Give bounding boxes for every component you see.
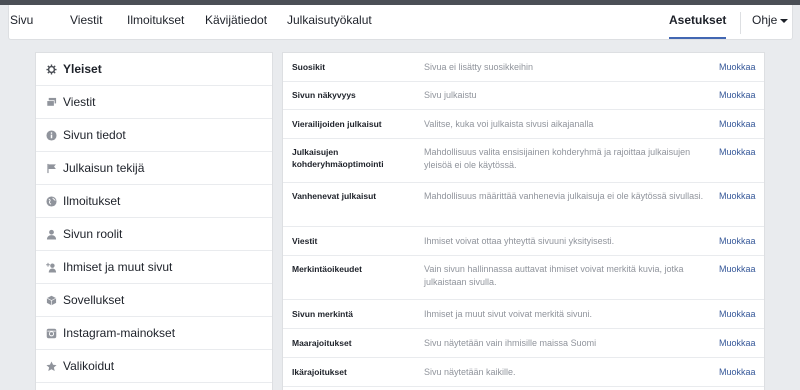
- setting-row-messages: Viestit Ihmiset voivat ottaa yhteyttä si…: [283, 227, 764, 256]
- setting-row-favorites: Suosikit Sivua ei lisätty suosikkeihin M…: [283, 53, 764, 82]
- setting-label: Vanhenevat julkaisut: [292, 191, 377, 201]
- setting-row-country-restrictions: Maarajoitukset Sivu näytetään vain ihmis…: [283, 329, 764, 358]
- setting-value: Mahdollisuus määrittää vanhenevia julkai…: [424, 191, 704, 201]
- edit-link[interactable]: Muokkaa: [719, 146, 756, 159]
- setting-row-visitor-posts: Vierailijoiden julkaisut Valitse, kuka v…: [283, 110, 764, 139]
- sidebar-item-label: Instagram-mainokset: [63, 326, 176, 340]
- nav-tab-page[interactable]: Sivu: [10, 5, 33, 39]
- info-icon: [46, 130, 57, 141]
- edit-link[interactable]: Muokkaa: [719, 308, 756, 321]
- settings-sidebar: Yleiset Viestit Sivun tiedot Julkaisun t…: [35, 52, 273, 390]
- setting-label: Merkintäoikeudet: [292, 264, 362, 274]
- sidebar-item-notifications[interactable]: Ilmoitukset: [36, 185, 272, 218]
- setting-label: Vierailijoiden julkaisut: [292, 119, 382, 129]
- setting-value: Sivu näytetään vain ihmisille maissa Suo…: [424, 338, 597, 348]
- edit-link[interactable]: Muokkaa: [719, 263, 756, 276]
- setting-row-age-restrictions: Ikärajoitukset Sivu näytetään kaikille. …: [283, 358, 764, 387]
- setting-label: Suosikit: [292, 62, 326, 72]
- sidebar-item-people-and-pages[interactable]: Ihmiset ja muut sivut: [36, 251, 272, 284]
- setting-value: Valitse, kuka voi julkaista sivusi aikaj…: [424, 119, 594, 129]
- sidebar-item-label: Valikoidut: [63, 359, 115, 373]
- sidebar-item-label: Yleiset: [63, 62, 102, 76]
- setting-label: Sivun merkintä: [292, 309, 353, 319]
- edit-link[interactable]: Muokkaa: [719, 89, 756, 102]
- setting-value: Mahdollisuus valita ensisijainen kohdery…: [424, 147, 691, 170]
- edit-link[interactable]: Muokkaa: [719, 61, 756, 74]
- cube-icon: [46, 295, 57, 306]
- setting-value: Ihmiset ja muut sivut voivat merkitä siv…: [424, 309, 593, 319]
- sidebar-item-label: Ihmiset ja muut sivut: [63, 260, 173, 274]
- nav-tab-insights[interactable]: Kävijätiedot: [205, 5, 267, 39]
- setting-row-tagging: Sivun merkintä Ihmiset ja muut sivut voi…: [283, 300, 764, 329]
- sidebar-item-attribution[interactable]: Julkaisun tekijä: [36, 152, 272, 185]
- edit-link[interactable]: Muokkaa: [719, 337, 756, 350]
- star-icon: [46, 361, 57, 371]
- person-add-icon: [46, 262, 57, 273]
- sidebar-item-messages[interactable]: Viestit: [36, 86, 272, 119]
- setting-label: Sivun näkyvyys: [292, 90, 356, 100]
- page-nav-bar: Sivu Viestit Ilmoitukset Kävijätiedot Ju…: [8, 5, 793, 40]
- setting-row-page-visibility: Sivun näkyvyys Sivu julkaistu Muokkaa: [283, 82, 764, 110]
- instagram-icon: [46, 328, 57, 339]
- gear-icon: [46, 64, 57, 75]
- person-icon: [46, 229, 57, 240]
- settings-panel: Suosikit Sivua ei lisätty suosikkeihin M…: [282, 52, 765, 390]
- help-menu[interactable]: Ohje: [752, 5, 789, 39]
- setting-label: Julkaisujen kohderyhmäoptimointi: [292, 147, 384, 169]
- nav-tab-messages[interactable]: Viestit: [70, 5, 102, 39]
- chevron-down-icon: [780, 18, 789, 23]
- nav-tab-notifications[interactable]: Ilmoitukset: [127, 5, 184, 39]
- setting-value: Vain sivun hallinnassa auttavat ihmiset …: [424, 264, 684, 287]
- setting-row-expiring-posts: Vanhenevat julkaisut Mahdollisuus määrit…: [283, 183, 764, 227]
- messages-icon: [46, 97, 57, 107]
- setting-value: Sivu näytetään kaikille.: [424, 367, 516, 377]
- sidebar-item-label: Viestit: [63, 95, 96, 109]
- help-label: Ohje: [752, 13, 778, 27]
- setting-label: Viestit: [292, 236, 318, 246]
- setting-row-audience-optimization: Julkaisujen kohderyhmäoptimointi Mahdoll…: [283, 139, 764, 183]
- setting-row-tagging-ability: Merkintäoikeudet Vain sivun hallinnassa …: [283, 256, 764, 300]
- edit-link[interactable]: Muokkaa: [719, 235, 756, 248]
- setting-value: Sivua ei lisätty suosikkeihin: [424, 62, 534, 72]
- sidebar-item-apps[interactable]: Sovellukset: [36, 284, 272, 317]
- sidebar-item-label: Julkaisun tekijä: [63, 161, 145, 175]
- setting-label: Ikärajoitukset: [292, 367, 347, 377]
- sidebar-item-featured[interactable]: Valikoidut: [36, 350, 272, 383]
- sidebar-item-general[interactable]: Yleiset: [36, 53, 272, 86]
- setting-value: Sivu julkaistu: [424, 90, 477, 100]
- sidebar-item-label: Sivun tiedot: [63, 128, 126, 142]
- sidebar-item-label: Ilmoitukset: [63, 194, 121, 208]
- setting-value: Ihmiset voivat ottaa yhteyttä sivuuni yk…: [424, 236, 615, 246]
- nav-tab-settings[interactable]: Asetukset: [669, 5, 727, 39]
- edit-link[interactable]: Muokkaa: [719, 118, 756, 131]
- sidebar-item-page-info[interactable]: Sivun tiedot: [36, 119, 272, 152]
- sidebar-item-instagram-ads[interactable]: Instagram-mainokset: [36, 317, 272, 350]
- setting-label: Maarajoitukset: [292, 338, 352, 348]
- sidebar-item-page-roles[interactable]: Sivun roolit: [36, 218, 272, 251]
- nav-divider: [740, 12, 741, 34]
- sidebar-item-label: Sivun roolit: [63, 227, 123, 241]
- edit-link[interactable]: Muokkaa: [719, 366, 756, 379]
- globe-icon: [46, 196, 57, 207]
- flag-icon: [47, 163, 56, 174]
- edit-link[interactable]: Muokkaa: [719, 190, 756, 203]
- sidebar-item-label: Sovellukset: [63, 293, 125, 307]
- nav-tab-publishing-tools[interactable]: Julkaisutyökalut: [287, 5, 372, 39]
